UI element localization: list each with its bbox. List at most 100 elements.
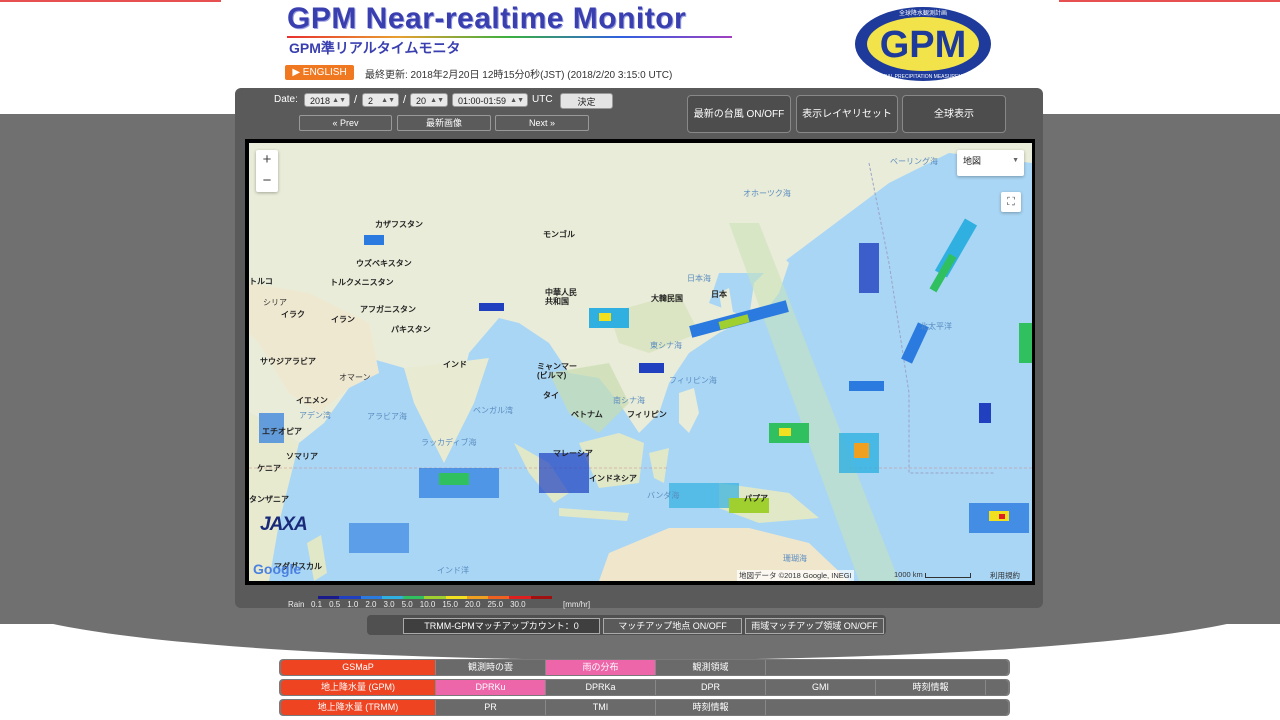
global-view-button[interactable]: 全球表示	[902, 95, 1006, 133]
layer-row-gpm: 地上降水量 (GPM) DPRKu DPRKa DPR GMI 時刻情報	[279, 679, 1010, 696]
updown-icon: ▲▼	[332, 97, 346, 104]
map-type-value: 地図	[963, 156, 982, 166]
map-label-png: パプア	[744, 494, 768, 503]
updown-icon: ▲▼	[430, 97, 444, 104]
day-select[interactable]: 20 ▲▼	[410, 93, 448, 107]
layer-cell-empty	[766, 660, 1008, 675]
map-label-philippine-sea: フィリピン海	[669, 376, 717, 385]
map-terms-link[interactable]: 利用規約	[990, 570, 1020, 581]
rain-tick-label: 0.5	[329, 600, 341, 609]
layer-cell-gmi[interactable]: GMI	[766, 680, 876, 695]
layer-cell-observation-area[interactable]: 観測領域	[656, 660, 766, 675]
map-label-mongolia: モンゴル	[543, 230, 575, 239]
land-sulawesi	[649, 448, 669, 483]
map-label-thailand: タイ	[543, 391, 559, 400]
map-label-vietnam: ベトナム	[571, 410, 603, 419]
rain-color-swatch	[318, 596, 340, 599]
map-drawing	[249, 143, 1032, 581]
land-java	[559, 508, 629, 521]
last-updated-text: 最終更新: 2018年2月20日 12時15分0秒(JST) (2018/2/2…	[365, 70, 673, 81]
matchup-count: TRMM-GPMマッチアップカウント：0	[403, 618, 600, 634]
rain-legend-label: Rain	[288, 600, 305, 609]
google-logo: Google	[253, 561, 302, 577]
map-label-arabian-sea: アラビア海	[367, 412, 407, 421]
reset-layers-button[interactable]: 表示レイヤリセット	[796, 95, 898, 133]
next-button[interactable]: Next »	[495, 115, 589, 131]
map-label-turkey: トルコ	[249, 277, 273, 286]
rain-tick-label: 25.0	[487, 600, 504, 609]
rain-color-swatch	[509, 596, 531, 599]
map-label-india: インド	[443, 360, 467, 369]
map-label-yemen: イエメン	[296, 396, 328, 405]
typhoon-toggle-button[interactable]: 最新の台風 ON/OFF	[687, 95, 791, 133]
matchup-area-toggle[interactable]: 雨域マッチアップ領域 ON/OFF	[745, 618, 884, 634]
logo-text: GPM	[880, 24, 967, 66]
land-madagascar	[307, 535, 327, 581]
layer-head-gsmap[interactable]: GSMaP	[281, 660, 436, 675]
date-separator: /	[403, 94, 407, 106]
map-label-iraq: イラク	[281, 310, 305, 319]
month-select[interactable]: 2 ▲▼	[362, 93, 399, 107]
rain-color-swatch	[403, 596, 425, 599]
rain-color-swatch	[339, 596, 361, 599]
layer-cell-dprku[interactable]: DPRKu	[436, 680, 546, 695]
logo-ring-top: 全球降水観測計画	[899, 9, 947, 17]
zoom-out-button[interactable]: −	[256, 171, 278, 192]
map-label-malaysia: マレーシア	[553, 449, 593, 458]
layer-cell-rain-distribution[interactable]: 雨の分布	[546, 660, 656, 675]
page-subtitle: GPM準リアルタイムモニタ	[289, 40, 461, 56]
rain-color-swatch	[530, 596, 552, 599]
updown-icon: ▲▼	[381, 97, 395, 104]
layer-cell-dprka[interactable]: DPRKa	[546, 680, 656, 695]
layer-cell-time-info-gpm[interactable]: 時刻情報	[876, 680, 986, 695]
year-value: 2018	[310, 96, 331, 106]
map-canvas[interactable]: カザフスタン モンゴル ウズベキスタン トルクメニスタン アフガニスタン パキス…	[249, 143, 1032, 581]
layer-cell-clouds[interactable]: 観測時の雲	[436, 660, 546, 675]
map-label-gulf-aden: アデン湾	[299, 411, 331, 420]
map-label-bengal: ベンガル湾	[473, 406, 513, 415]
layer-cell-tmi[interactable]: TMI	[546, 700, 656, 715]
apply-button[interactable]: 決定	[560, 93, 613, 109]
map-label-pakistan: パキスタン	[391, 325, 431, 334]
zoom-in-button[interactable]: +	[256, 150, 278, 171]
english-button[interactable]: ▶ ENGLISH	[285, 65, 354, 80]
rain-tick-label: 15.0	[442, 600, 458, 609]
layer-head-trmm[interactable]: 地上降水量 (TRMM)	[281, 700, 436, 715]
map-label-afghanistan: アフガニスタン	[360, 305, 416, 314]
scale-bar-icon	[924, 572, 971, 578]
rain-color-swatch	[488, 596, 510, 599]
map-label-myanmar: ミャンマー (ビルマ)	[537, 362, 577, 380]
rain-tick-label: 3.0	[383, 600, 395, 609]
time-select[interactable]: 01:00-01:59 ▲▼	[452, 93, 528, 107]
rain-tick-label: 20.0	[464, 600, 481, 609]
layer-row-trmm: 地上降水量 (TRMM) PR TMI 時刻情報	[279, 699, 1010, 716]
date-separator: /	[354, 94, 358, 106]
map-label-japan: 日本	[711, 290, 727, 299]
map-label-ethiopia: エチオピア	[262, 427, 302, 436]
prev-button[interactable]: « Prev	[299, 115, 392, 131]
rain-tick-label: 30.0	[510, 600, 526, 609]
year-select[interactable]: 2018 ▲▼	[304, 93, 350, 107]
map-label-north-pacific: 北太平洋	[920, 322, 952, 331]
map-type-select[interactable]: 地図 ▼	[957, 150, 1024, 176]
map-label-coral: 珊瑚海	[783, 554, 807, 563]
jaxa-logo: JAXA	[260, 514, 308, 535]
rain-color-swatch	[381, 596, 404, 599]
gpm-logo[interactable]: GPM 全球降水観測計画 GLOBAL PRECIPITATION MEASUR…	[854, 6, 992, 82]
latest-image-button[interactable]: 最新画像	[397, 115, 491, 131]
layer-cell-dpr[interactable]: DPR	[656, 680, 766, 695]
map-label-laccadive: ラッカディブ海	[421, 438, 477, 447]
map-label-china: 中華人民 共和国	[545, 288, 577, 306]
map-label-oman: オマーン	[339, 373, 371, 382]
utc-label: UTC	[532, 94, 553, 105]
map-scale: 1000 km	[894, 570, 971, 579]
matchup-points-toggle[interactable]: マッチアップ地点 ON/OFF	[603, 618, 742, 634]
page-title: GPM Near-realtime Monitor	[287, 2, 687, 35]
layer-head-gpm[interactable]: 地上降水量 (GPM)	[281, 680, 436, 695]
layer-cell-time-info-trmm[interactable]: 時刻情報	[656, 700, 766, 715]
rain-colorbar	[318, 596, 552, 599]
time-value: 01:00-01:59	[458, 96, 507, 106]
rain-tick-label: 1.0	[347, 600, 359, 609]
layer-cell-pr[interactable]: PR	[436, 700, 546, 715]
fullscreen-icon[interactable]: ⛶	[1001, 192, 1021, 212]
